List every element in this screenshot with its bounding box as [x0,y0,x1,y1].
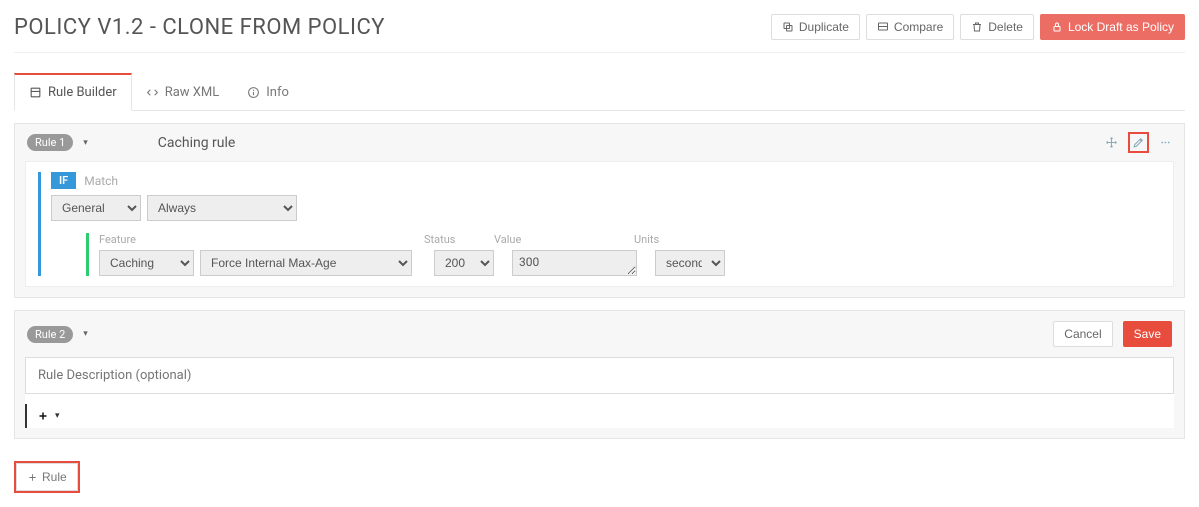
tab-rawxml-label: Raw XML [165,85,220,100]
tab-raw-xml[interactable]: Raw XML [132,73,234,110]
compare-icon [877,21,889,33]
feature-category-select[interactable]: Caching [99,250,194,276]
builder-icon [29,86,42,99]
tab-rule-builder[interactable]: Rule Builder [14,73,132,111]
more-icon[interactable] [1159,136,1172,149]
save-button[interactable]: Save [1123,321,1172,347]
match-category-select[interactable]: General [51,195,141,221]
match-condition-select[interactable]: Always [147,195,297,221]
rule-2-collapse-toggle[interactable]: ▾ [83,329,88,339]
match-label: Match [84,174,118,188]
if-block: IF Match General Always Feature Status V… [38,172,1161,276]
rule-1-name: Caching rule [98,135,236,151]
edit-icon[interactable] [1132,136,1145,149]
compare-label: Compare [894,20,943,34]
cancel-label: Cancel [1064,327,1101,341]
duplicate-label: Duplicate [799,20,849,34]
rule-description-input[interactable] [25,357,1174,394]
cancel-button[interactable]: Cancel [1053,321,1112,347]
feature-block: Feature Status Value Units Caching Force… [86,233,1161,276]
add-rule-label: Rule [42,470,67,484]
lock-draft-button[interactable]: Lock Draft as Policy [1040,14,1185,40]
lock-icon [1051,21,1063,33]
rule-1-header: Rule 1 ▾ Caching rule [15,124,1184,161]
rule-1-body: IF Match General Always Feature Status V… [25,161,1174,287]
code-icon [146,86,159,99]
add-rule-section: Rule [14,461,1185,493]
rule-2-header: Rule 2 ▾ Cancel Save [15,311,1184,357]
rule-2-panel: Rule 2 ▾ Cancel Save ▾ [14,310,1185,439]
lock-label: Lock Draft as Policy [1068,20,1174,34]
feature-name-select[interactable]: Force Internal Max-Age [200,250,412,276]
plus-icon [27,472,38,483]
trash-icon [971,21,983,33]
duplicate-button[interactable]: Duplicate [771,14,860,40]
tab-builder-label: Rule Builder [48,85,117,100]
duplicate-icon [782,21,794,33]
save-label: Save [1134,327,1161,341]
page-header: POLICY V1.2 - CLONE FROM POLICY Duplicat… [14,14,1185,53]
rule-2-badge: Rule 2 [27,326,73,343]
delete-button[interactable]: Delete [960,14,1034,40]
status-col-label: Status [424,233,494,246]
tab-info[interactable]: Info [233,73,303,110]
delete-label: Delete [988,20,1023,34]
add-rule-button[interactable]: Rule [16,463,78,491]
header-actions: Duplicate Compare Delete Lock Draft as P… [771,14,1185,40]
feature-units-select[interactable]: seconds [655,250,725,276]
info-icon [247,86,260,99]
if-badge: IF [51,172,76,189]
units-col-label: Units [634,233,714,246]
plus-icon [37,410,49,422]
add-condition-button[interactable]: ▾ [25,404,70,428]
chevron-down-icon: ▾ [55,411,60,421]
rule-1-panel: Rule 1 ▾ Caching rule IF Match [14,123,1185,298]
value-col-label: Value [494,233,634,246]
rule-1-badge: Rule 1 [27,134,73,151]
feature-status-select[interactable]: 200 [434,250,494,276]
compare-button[interactable]: Compare [866,14,954,40]
feature-value-input[interactable] [512,250,637,276]
move-icon[interactable] [1105,136,1118,149]
feature-col-label: Feature [99,233,199,246]
page-title: POLICY V1.2 - CLONE FROM POLICY [14,15,385,40]
tab-info-label: Info [266,85,289,100]
rule-1-collapse-toggle[interactable]: ▾ [83,138,88,148]
tabs: Rule Builder Raw XML Info [14,73,1185,111]
